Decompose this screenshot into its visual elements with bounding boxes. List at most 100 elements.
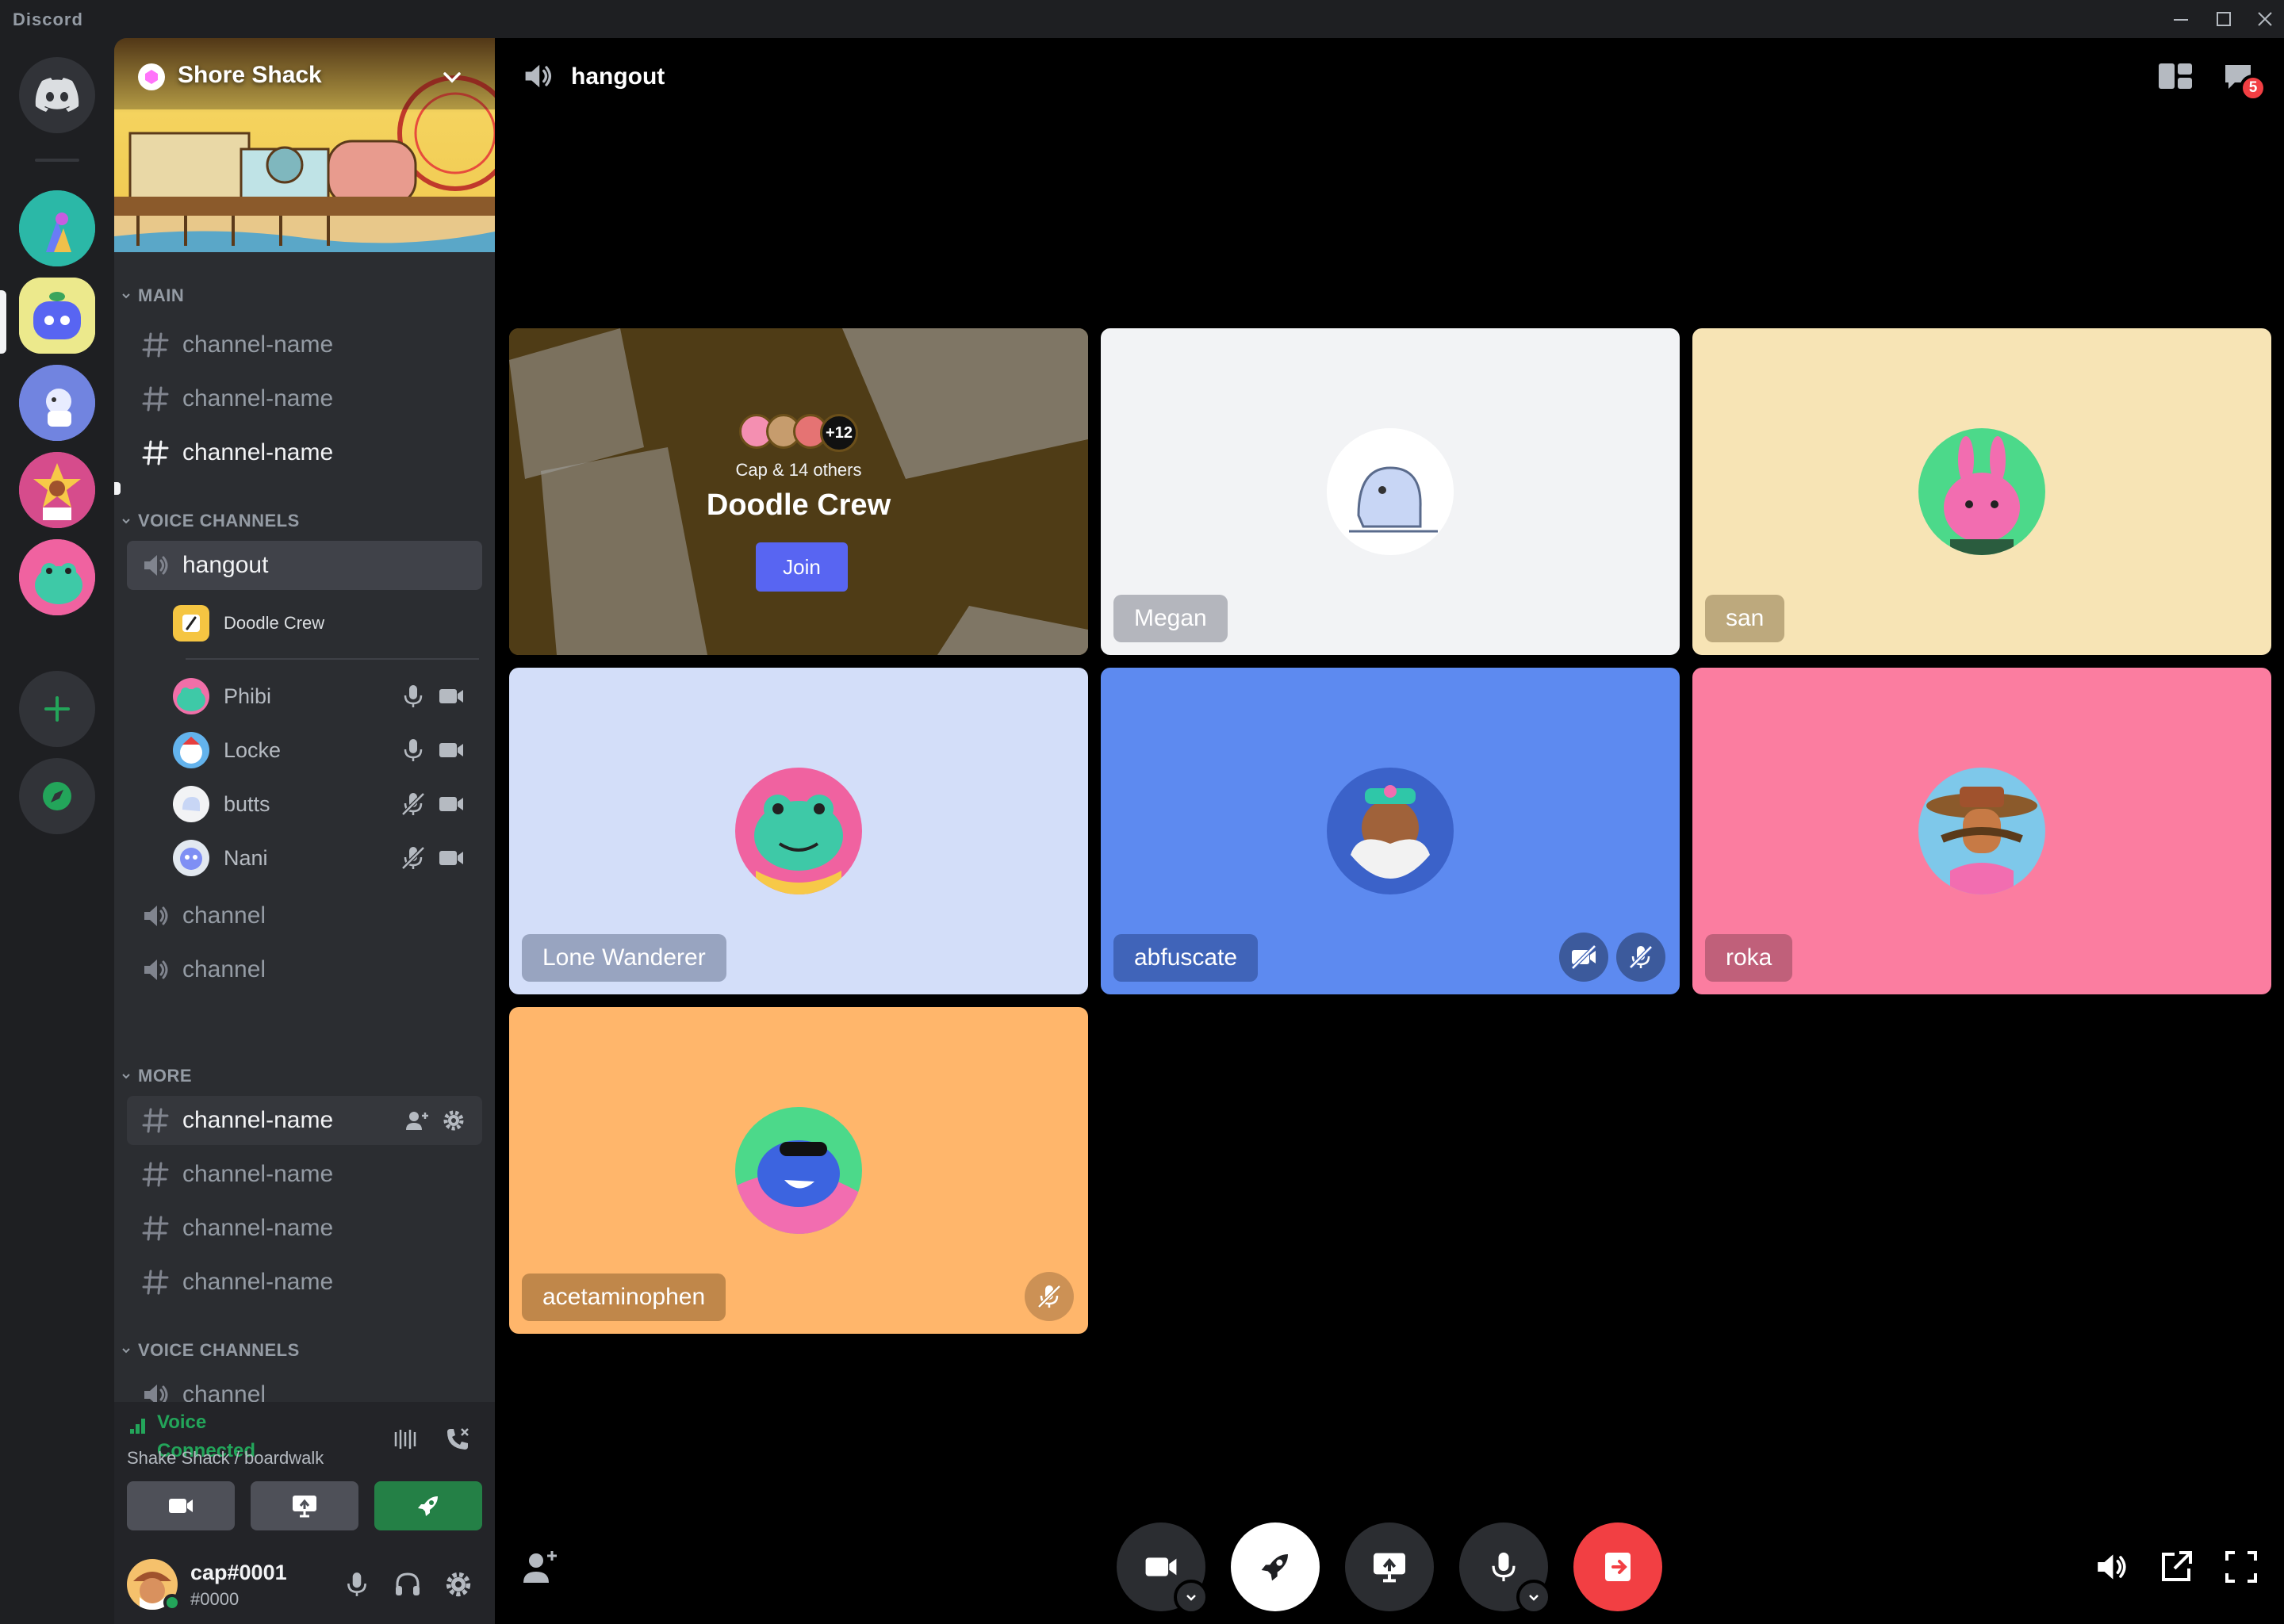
channel-item-unread[interactable]: channel-name (127, 428, 482, 477)
participant-name: san (1705, 595, 1785, 642)
invite-user-icon[interactable] (520, 1548, 558, 1586)
volume-icon[interactable] (2092, 1548, 2130, 1586)
video-camera-icon (438, 737, 465, 764)
disconnect-icon[interactable] (443, 1426, 471, 1454)
activity-button[interactable] (374, 1481, 482, 1530)
category-voice-channels[interactable]: VOICE CHANNELS (121, 1340, 300, 1361)
notification-badge: 5 (2240, 75, 2267, 102)
microphone-icon[interactable] (343, 1570, 371, 1599)
activity-tile[interactable]: +12 Cap & 14 others Doodle Crew Join (509, 328, 1088, 655)
participant-tile[interactable]: Megan (1101, 328, 1680, 655)
activity-item[interactable]: Doodle Crew (173, 599, 482, 647)
noise-suppression-icon[interactable] (392, 1426, 419, 1453)
gear-icon[interactable] (441, 1108, 466, 1133)
server-icon-2[interactable] (19, 278, 95, 354)
voice-location[interactable]: Shake Shack / boardwalk (127, 1448, 324, 1469)
server-rail (0, 38, 114, 1624)
pop-out-icon[interactable] (2157, 1548, 2195, 1586)
category-voice-channels[interactable]: VOICE CHANNELS (121, 511, 300, 531)
microphone-icon (400, 737, 427, 764)
category-main[interactable]: MAIN (121, 285, 184, 306)
voice-channel-hangout[interactable]: hangout (127, 541, 482, 590)
voice-member[interactable]: Locke (173, 726, 482, 774)
avatar (1918, 428, 2045, 555)
speaker-icon (144, 906, 168, 926)
voice-channel-item[interactable]: channel (127, 945, 482, 994)
server-icon-5[interactable] (19, 539, 95, 615)
maximize-icon[interactable] (2213, 8, 2235, 30)
channel-label: channel-name (182, 1269, 334, 1295)
screen-share-button[interactable] (1345, 1522, 1434, 1611)
chevron-down-icon (122, 519, 130, 524)
voice-call-stage: hangout 5 +12 Cap & 14 others Doodle Cre… (495, 38, 2284, 1624)
participant-name: acetaminophen (522, 1274, 726, 1321)
add-server-button[interactable] (19, 671, 95, 747)
rocket-icon (418, 1496, 438, 1516)
camera-toggle-button[interactable] (1117, 1522, 1209, 1614)
participant-tile[interactable]: acetaminophen (509, 1007, 1088, 1334)
participant-tile[interactable]: san (1692, 328, 2271, 655)
online-status-icon (163, 1594, 181, 1611)
channel-item[interactable]: channel-name (127, 374, 482, 423)
channel-item[interactable]: channel-name (127, 1150, 482, 1199)
server-icon-1[interactable] (19, 190, 95, 266)
channel-item-hovered[interactable]: channel-name (127, 1096, 482, 1145)
voice-member[interactable]: Nani (173, 834, 482, 882)
explore-servers-button[interactable] (19, 758, 95, 834)
channel-item[interactable]: channel-name (127, 1204, 482, 1253)
voice-member[interactable]: Phibi (173, 672, 482, 720)
channel-label: channel-name (182, 385, 334, 412)
server-icon-4[interactable] (19, 452, 95, 528)
speaker-icon (525, 64, 552, 88)
member-name: Phibi (224, 684, 272, 708)
leave-call-button[interactable] (1573, 1522, 1662, 1611)
category-label: MORE (138, 1066, 192, 1086)
username[interactable]: cap#0001 (190, 1561, 287, 1585)
selected-server-pill (0, 290, 6, 354)
discord-logo-icon (35, 78, 79, 112)
join-activity-button[interactable]: Join (756, 542, 848, 592)
chat-toggle-button[interactable]: 5 (2222, 60, 2267, 102)
voice-member[interactable]: butts (173, 780, 482, 828)
close-icon[interactable] (2254, 8, 2276, 30)
minimize-icon[interactable] (2170, 8, 2192, 30)
category-more[interactable]: MORE (121, 1066, 192, 1086)
invite-user-icon[interactable] (404, 1108, 430, 1133)
fullscreen-icon[interactable] (2222, 1548, 2260, 1586)
voice-channel-item[interactable]: channel (127, 891, 482, 940)
microphone-toggle-button[interactable] (1459, 1522, 1551, 1614)
avatar (173, 786, 209, 822)
gear-icon[interactable] (444, 1570, 473, 1599)
avatar (1327, 768, 1454, 894)
server-icon-3[interactable] (19, 365, 95, 441)
headphones-icon[interactable] (393, 1570, 422, 1599)
layout-grid-icon[interactable] (2157, 60, 2194, 92)
channel-item[interactable]: channel-name (127, 320, 482, 370)
participant-tile[interactable]: roka (1692, 668, 2271, 994)
video-camera-icon (438, 791, 465, 818)
compass-icon (43, 782, 71, 810)
chevron-down-icon[interactable] (439, 65, 465, 90)
screen-share-button[interactable] (251, 1481, 358, 1530)
home-button[interactable] (19, 57, 95, 133)
channel-item[interactable]: channel-name (127, 1258, 482, 1307)
channel-sidebar: Shore Shack MAIN channel-name channel-na… (114, 38, 495, 1624)
hash-icon (142, 332, 169, 358)
channel-title: hangout (571, 63, 665, 90)
video-button[interactable] (127, 1481, 235, 1530)
participant-tile[interactable]: abfuscate (1101, 668, 1680, 994)
chevron-down-icon[interactable] (1516, 1580, 1551, 1614)
activity-participants: Cap & 14 others (735, 460, 862, 480)
avatar (1327, 428, 1454, 555)
chevron-down-icon[interactable] (1174, 1580, 1209, 1614)
start-activity-button[interactable] (1231, 1522, 1320, 1611)
video-camera-icon (1145, 1557, 1177, 1576)
member-name: Nani (224, 845, 268, 870)
avatar (173, 732, 209, 768)
participant-name: abfuscate (1113, 934, 1259, 982)
hash-icon (142, 1270, 169, 1295)
server-banner[interactable]: Shore Shack (114, 38, 495, 252)
avatar (173, 678, 209, 714)
participant-tile[interactable]: Lone Wanderer (509, 668, 1088, 994)
activity-title: Doodle Crew (706, 488, 891, 522)
